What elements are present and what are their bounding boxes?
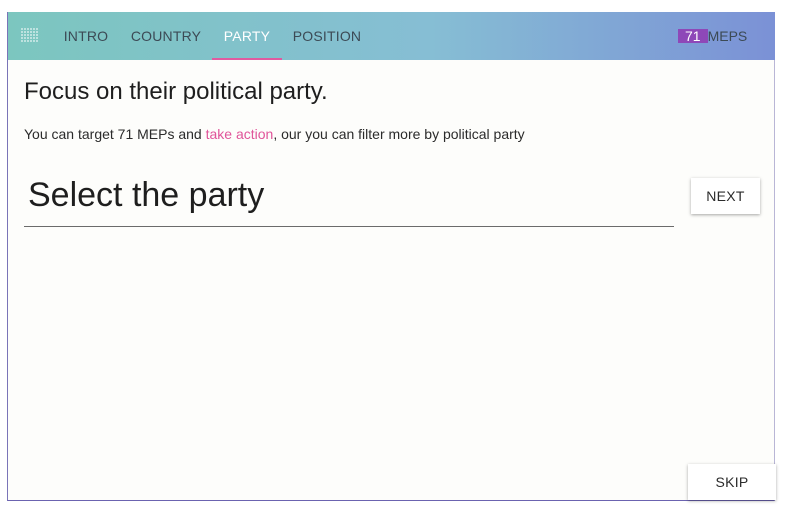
next-button[interactable]: NEXT xyxy=(691,178,760,214)
page-title: Focus on their political party. xyxy=(24,78,328,105)
tab-party[interactable]: PARTY xyxy=(212,12,282,60)
intro-text: You can target 71 MEPs and take action, … xyxy=(24,126,525,142)
meps-label: MEPS xyxy=(707,28,748,44)
tab-intro[interactable]: INTRO xyxy=(52,12,120,60)
intro-text-start: You can target 71 MEPs and xyxy=(24,126,206,142)
take-action-link[interactable]: take action xyxy=(206,126,274,142)
meps-counter: 71 MEPS xyxy=(678,29,747,43)
top-navigation-bar: INTRO COUNTRY PARTY POSITION 71 MEPS xyxy=(8,12,775,60)
tab-country[interactable]: COUNTRY xyxy=(122,12,210,60)
party-select[interactable]: Select the party xyxy=(24,170,674,227)
skip-button[interactable]: SKIP xyxy=(688,464,776,500)
tab-position[interactable]: POSITION xyxy=(284,12,370,60)
party-select-label: Select the party xyxy=(28,176,265,214)
dots-grid-icon[interactable] xyxy=(20,25,40,45)
app-frame: INTRO COUNTRY PARTY POSITION 71 MEPS Focu… xyxy=(7,12,776,501)
intro-text-end: , our you can filter more by political p… xyxy=(273,126,525,142)
meps-count-badge: 71 xyxy=(678,29,708,43)
